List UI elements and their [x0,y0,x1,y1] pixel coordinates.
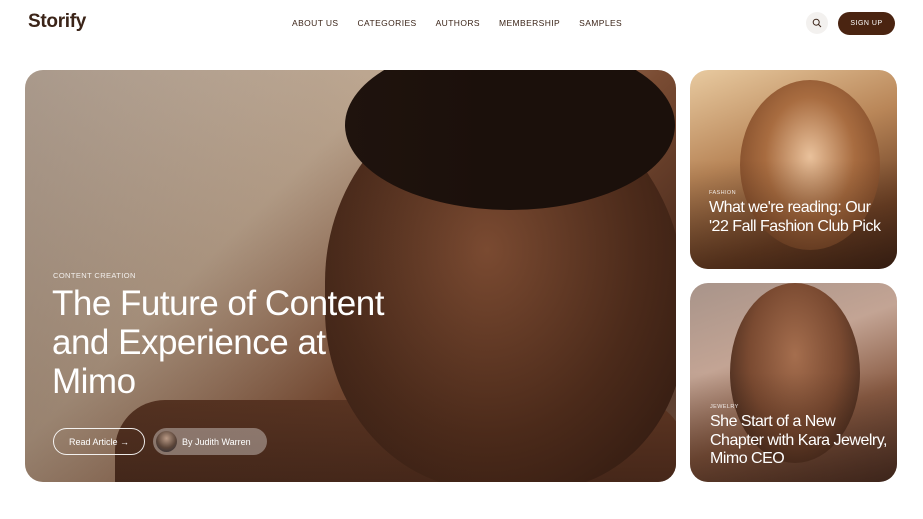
article-title[interactable]: What we're reading: Our '22 Fall Fashion… [709,199,889,236]
hero-category: CONTENT CREATION [53,271,136,280]
author-chip[interactable]: By Judith Warren [153,428,267,455]
nav-membership[interactable]: MEMBERSHIP [499,18,560,28]
author-name: By Judith Warren [182,436,251,447]
search-icon [812,18,822,28]
side-article-card-fashion[interactable]: FASHION What we're reading: Our '22 Fall… [690,70,897,269]
hero-article-card[interactable]: CONTENT CREATION The Future of Content a… [25,70,676,482]
side-article-card-jewelry[interactable]: JEWELRY She Start of a New Chapter with … [690,283,897,482]
nav-about-us[interactable]: ABOUT US [292,18,339,28]
hero-title[interactable]: The Future of Content and Experience at … [52,284,412,401]
read-article-button[interactable]: Read Article → [53,428,145,455]
article-category: JEWELRY [710,404,739,410]
article-title[interactable]: She Start of a New Chapter with Kara Jew… [710,413,890,469]
nav-samples[interactable]: SAMPLES [579,18,622,28]
nav-authors[interactable]: AUTHORS [436,18,480,28]
card-overlay [690,70,897,269]
sign-up-button[interactable]: SIGN UP [838,12,895,35]
search-button[interactable] [806,12,828,34]
article-category: FASHION [709,190,736,196]
nav-categories[interactable]: CATEGORIES [358,18,417,28]
avatar [156,431,177,452]
main-nav: ABOUT US CATEGORIES AUTHORS MEMBERSHIP S… [292,18,622,28]
logo[interactable]: Storify [28,11,86,33]
